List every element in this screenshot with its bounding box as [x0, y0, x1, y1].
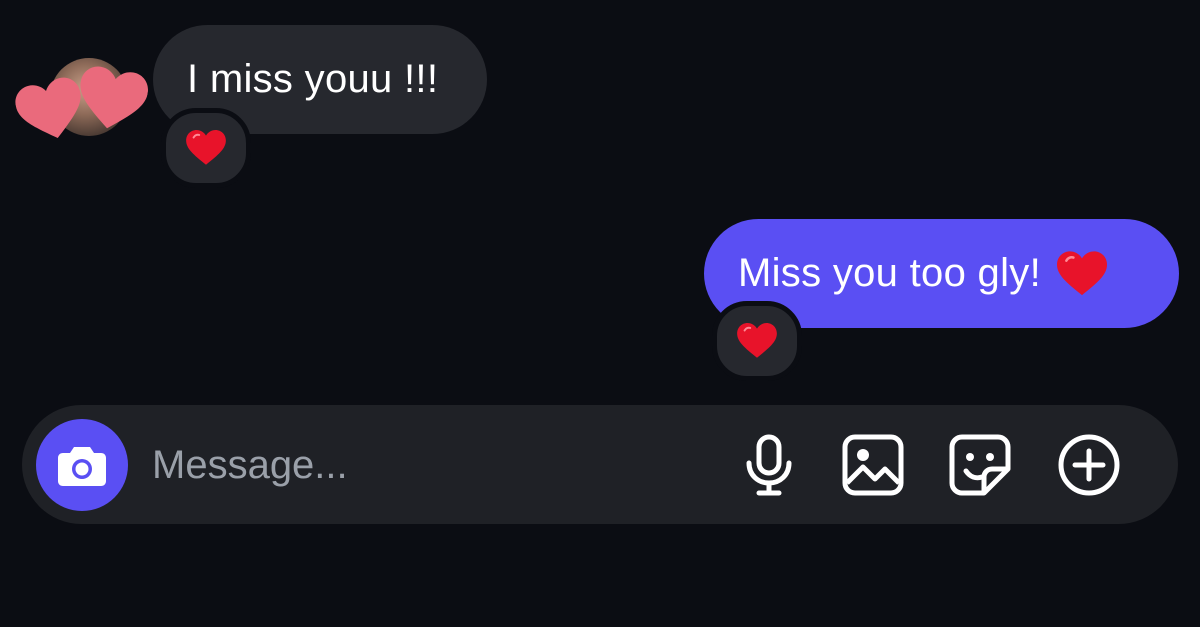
gallery-button[interactable] [841, 433, 905, 497]
image-gallery-icon [842, 434, 904, 496]
plus-circle-icon [1058, 434, 1120, 496]
message-input[interactable] [152, 437, 712, 493]
sender-avatar-group[interactable] [15, 54, 149, 144]
microphone-icon [746, 434, 792, 496]
more-options-button[interactable] [1057, 433, 1121, 497]
red-heart-icon [186, 130, 226, 165]
incoming-message-reaction[interactable] [161, 108, 251, 188]
sticker-icon [949, 434, 1011, 496]
camera-button[interactable] [36, 419, 128, 511]
voice-message-button[interactable] [737, 433, 801, 497]
outgoing-message-reaction[interactable] [712, 301, 802, 381]
incoming-message-text: I miss youu !!! [187, 57, 439, 101]
message-composer [22, 405, 1178, 524]
red-heart-icon [1057, 250, 1107, 295]
camera-icon [58, 447, 106, 486]
red-heart-icon [737, 323, 777, 358]
sticker-button[interactable] [948, 433, 1012, 497]
outgoing-message-text: Miss you too gly! [738, 251, 1041, 295]
avatar-heart-sticker-right [80, 66, 149, 129]
